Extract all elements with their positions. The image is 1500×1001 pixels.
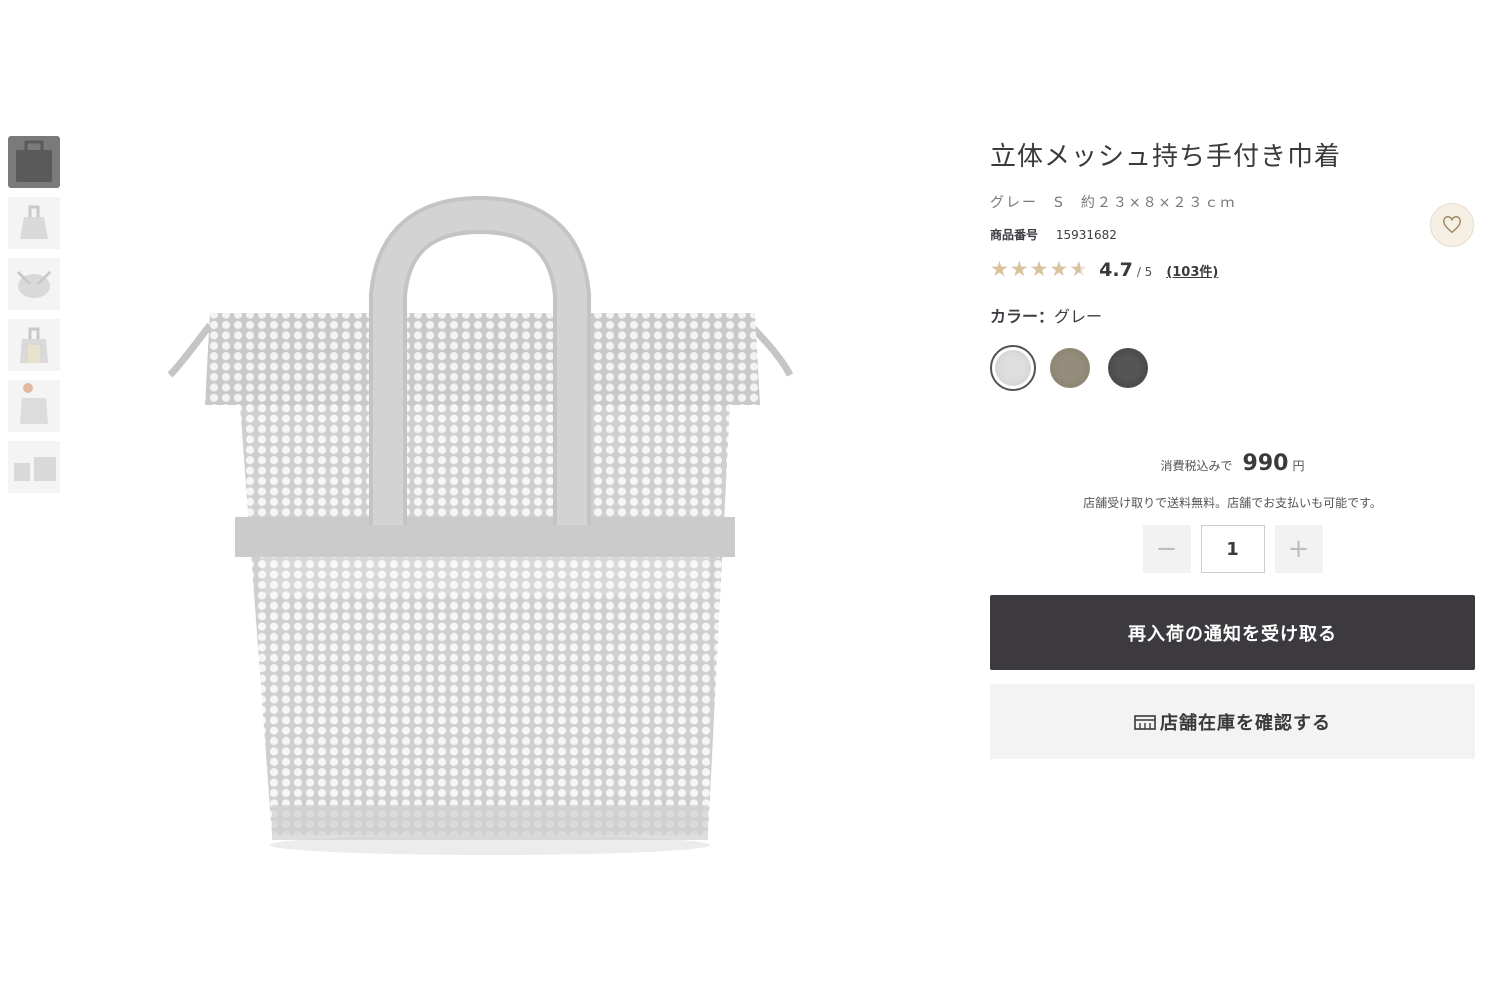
- star-icon: ★: [1049, 257, 1069, 281]
- thumbnail-4[interactable]: [8, 319, 60, 371]
- product-info: 立体メッシュ持ち手付き巾着 グレー S 約２３×８×２３ｃｍ 商品番号 1593…: [990, 140, 1475, 759]
- rating-value: 4.7: [1099, 259, 1133, 281]
- store-icon: [1134, 714, 1156, 730]
- product-code: 15931682: [1055, 228, 1117, 242]
- swatch-grey[interactable]: [990, 345, 1036, 391]
- thumbnail-5[interactable]: [8, 380, 60, 432]
- store-stock-label: 店舗在庫を確認する: [1160, 712, 1331, 734]
- thumbnail-6[interactable]: [8, 441, 60, 493]
- rating-row: ★ ★ ★ ★ ★ 4.7 / 5 (103件): [990, 259, 1475, 282]
- price-value: 990: [1242, 451, 1289, 476]
- product-variant: グレー S 約２３×８×２３ｃｍ: [990, 195, 1237, 211]
- star-icon: ★: [1029, 257, 1049, 281]
- price-row: 消費税込みで 990 円: [990, 451, 1475, 476]
- quantity-decrease-button[interactable]: −: [1142, 525, 1191, 573]
- restock-notify-label: 再入荷の通知を受け取る: [1128, 623, 1337, 645]
- star-half-icon: ★: [1069, 257, 1089, 281]
- shipping-note: 店舗受け取りで送料無料。店舗でお支払いも可能です。: [1083, 496, 1382, 510]
- restock-notify-button[interactable]: 再入荷の通知を受け取る: [990, 595, 1475, 670]
- price-prefix: 消費税込みで: [1160, 459, 1233, 473]
- rating-max: / 5: [1136, 265, 1153, 279]
- color-swatches: [990, 345, 1475, 391]
- swatch-khaki[interactable]: [1050, 348, 1090, 388]
- product-title: 立体メッシュ持ち手付き巾着: [990, 142, 1342, 172]
- thumbnail-1[interactable]: [8, 136, 60, 188]
- star-icon: ★: [1009, 257, 1029, 281]
- star-icon: ★: [990, 257, 1009, 281]
- product-main-image: [160, 195, 810, 875]
- color-label: カラー：: [990, 307, 1055, 326]
- swatch-dark-grey[interactable]: [1108, 348, 1148, 388]
- review-count-link[interactable]: (103件): [1166, 261, 1218, 280]
- product-code-label: 商品番号: [990, 228, 1039, 242]
- product-code-row: 商品番号 15931682: [990, 226, 1475, 243]
- thumbnail-2[interactable]: [8, 197, 60, 249]
- price-unit: 円: [1292, 459, 1305, 473]
- color-row: カラー：グレー: [990, 303, 1475, 327]
- rating-stars: ★ ★ ★ ★ ★: [990, 259, 1089, 280]
- quantity-increase-button[interactable]: +: [1274, 525, 1323, 573]
- store-stock-button[interactable]: 店舗在庫を確認する: [990, 684, 1475, 759]
- color-selected: グレー: [1054, 307, 1103, 326]
- thumbnail-3[interactable]: [8, 258, 60, 310]
- quantity-stepper: − 1 +: [990, 525, 1475, 573]
- thumbnail-list: [8, 136, 60, 502]
- quantity-input[interactable]: 1: [1200, 525, 1265, 573]
